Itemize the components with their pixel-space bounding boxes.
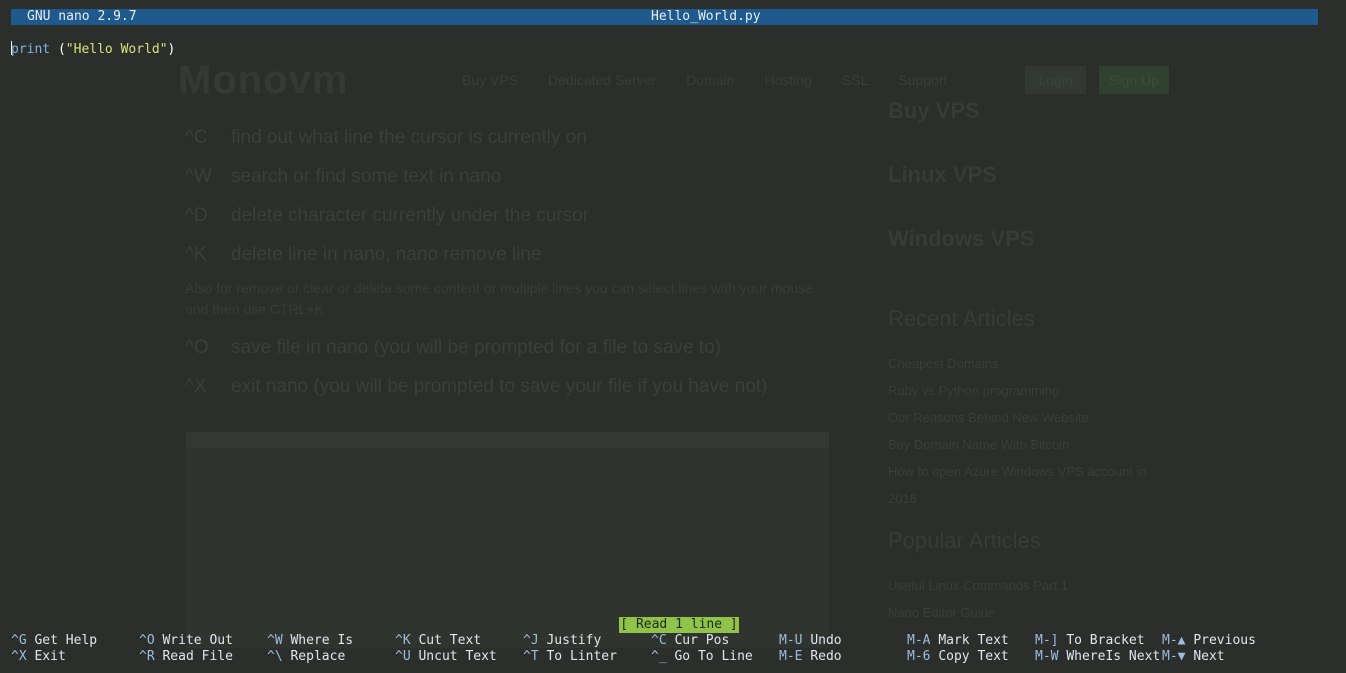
bg-recent-link: Ruby vs Python programming <box>888 383 1060 398</box>
file-name: Hello_World.py <box>651 9 761 24</box>
shortcut-read-file[interactable]: ^R Read File <box>139 649 233 665</box>
bg-recent-link: How to open Azure Windows VPS account in… <box>888 464 1147 506</box>
shortcut-cur-pos[interactable]: ^C Cur Pos <box>651 633 729 649</box>
shortcut-previous[interactable]: M-▲ Previous <box>1162 633 1256 649</box>
bg-recent-link: Cheapest Domains <box>888 356 999 371</box>
bg-login-button: Login <box>1025 66 1086 94</box>
bg-popular-link: Useful Linux Commands Part 1 <box>888 578 1068 593</box>
bg-article: ^C find out what line the cursor is curre… <box>185 118 835 406</box>
bg-row: ^C find out what line the cursor is curre… <box>185 126 587 148</box>
nano-title-bar: GNU nano 2.9.7 Hello_World.py <box>11 9 1318 25</box>
bg-shot-line <box>194 526 197 540</box>
shortcut-replace[interactable]: ^\ Replace <box>267 649 345 665</box>
shortcut-next[interactable]: M-▼ Next <box>1162 649 1225 665</box>
background-website: Monovm Buy VPS Dedicated Server Domain H… <box>0 0 1346 673</box>
shortcut-where-is[interactable]: ^W Where Is <box>267 633 353 649</box>
bg-sidebar-heading: Linux VPS <box>888 162 997 187</box>
shortcut-whereis-next[interactable]: M-W WhereIs Next <box>1035 649 1160 665</box>
shortcut-bar: ^G Get Help ^O Write Out ^W Where Is ^K … <box>11 633 1341 667</box>
code-string: "Hello World" <box>65 42 168 57</box>
terminal-window: Monovm Buy VPS Dedicated Server Domain H… <box>0 0 1346 673</box>
bg-row: ^W search or find some text in nano <box>185 165 502 187</box>
bg-nav-item: Domain <box>686 72 735 88</box>
bg-sidebar: Buy VPS Linux VPS Windows VPS Recent Art… <box>888 98 1148 626</box>
bg-nav-item: Support <box>898 72 948 88</box>
shortcut-get-help[interactable]: ^G Get Help <box>11 633 97 649</box>
code-paren-open: ( <box>50 42 66 57</box>
code-paren-close: ) <box>167 42 176 57</box>
code-keyword: print <box>11 42 51 57</box>
bg-nav-item: SSL <box>841 72 869 88</box>
shortcut-undo[interactable]: M-U Undo <box>779 633 842 649</box>
bg-nav-item: Hosting <box>764 72 812 88</box>
bg-paragraph: Also for remove or clear or delete some … <box>185 280 813 317</box>
shortcut-copy-text[interactable]: M-6 Copy Text <box>907 649 1009 665</box>
shortcut-mark-text[interactable]: M-A Mark Text <box>907 633 1009 649</box>
bg-sidebar-heading: Windows VPS <box>888 226 1035 251</box>
bg-nav-item: Buy VPS <box>462 72 519 88</box>
shortcut-justify[interactable]: ^J Justify <box>523 633 601 649</box>
editor-buffer[interactable]: print ("Hello World") <box>11 41 175 58</box>
shortcut-go-to-line[interactable]: ^_ Go To Line <box>651 649 753 665</box>
bg-recent-link: Our Reasons Behind New Website <box>888 410 1089 425</box>
shortcut-to-bracket[interactable]: M-] To Bracket <box>1035 633 1145 649</box>
shortcut-to-linter[interactable]: ^T To Linter <box>523 649 617 665</box>
background-logo: Monovm <box>178 58 349 102</box>
bg-row: ^X exit nano (you will be prompted to sav… <box>185 375 768 397</box>
bg-popular-title: Popular Articles <box>888 528 1041 553</box>
bg-signup-button: Sign Up <box>1099 66 1169 94</box>
status-message: [ Read 1 line ] <box>619 617 739 633</box>
shortcut-exit[interactable]: ^X Exit <box>11 649 66 665</box>
bg-nav-item: Dedicated Server <box>548 72 657 88</box>
bg-recent-title: Recent Articles <box>888 306 1035 331</box>
bg-row: ^D delete character currently under the c… <box>185 204 590 226</box>
shortcut-write-out[interactable]: ^O Write Out <box>139 633 233 649</box>
bg-embedded-screenshot <box>186 432 829 648</box>
shortcut-cut-text[interactable]: ^K Cut Text <box>395 633 481 649</box>
bg-sidebar-heading: Buy VPS <box>888 98 980 123</box>
shortcut-uncut-text[interactable]: ^U Uncut Text <box>395 649 497 665</box>
bg-row: ^K delete line in nano, nano remove line <box>185 243 542 265</box>
background-nav: Buy VPS Dedicated Server Domain Hosting … <box>462 72 947 88</box>
nano-version: GNU nano 2.9.7 <box>27 9 137 24</box>
bg-recent-link: Buy Domain Name With Bitcoin <box>888 437 1070 452</box>
shortcut-redo[interactable]: M-E Redo <box>779 649 842 665</box>
bg-row: ^O save file in nano (you will be prompte… <box>185 336 722 358</box>
bg-shot-line <box>194 478 197 492</box>
bg-popular-link: Nano Editor Guide <box>888 605 995 620</box>
